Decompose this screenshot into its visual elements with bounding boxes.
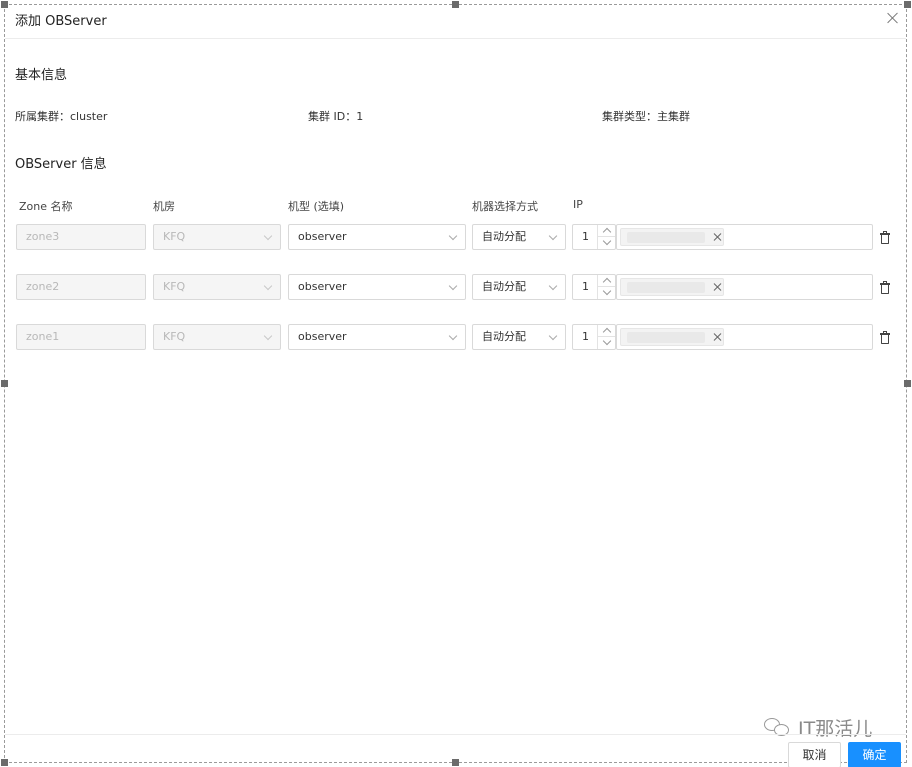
resize-handle-ml[interactable] [1,380,8,387]
idc-select-value: KFQ [163,280,186,293]
col-select-mode: 机器选择方式 [472,200,538,213]
count-stepper[interactable]: 1 [572,224,616,250]
select-mode-value: 自动分配 [482,230,526,243]
col-model: 机型 (选填) [288,200,345,213]
trash-icon[interactable] [880,331,892,345]
cluster-id-info: 集群 ID：1 [308,110,364,123]
ip-value-redacted [627,232,705,243]
chevron-down-icon [448,331,458,341]
select-mode-value: 自动分配 [482,280,526,293]
watermark-text: IT那活儿 [798,717,873,740]
ip-select[interactable] [616,224,873,250]
stepper-arrows [597,275,615,299]
count-value: 1 [582,330,589,343]
chevron-down-icon [448,231,458,241]
basic-info-title: 基本信息 [15,68,68,83]
stepper-down-icon[interactable] [598,237,615,249]
zone-name-input[interactable]: zone3 [16,224,146,250]
model-select[interactable]: observer [288,274,466,300]
chevron-down-icon [448,281,458,291]
remove-tag-icon[interactable] [713,282,723,292]
stepper-arrows [597,325,615,349]
trash-icon[interactable] [880,231,892,245]
resize-handle-bl[interactable] [1,759,8,766]
modal-header: 添加 OBServer [5,5,906,39]
count-stepper[interactable]: 1 [572,324,616,350]
chevron-down-icon [548,331,558,341]
stepper-down-icon[interactable] [598,287,615,299]
chevron-down-icon [548,231,558,241]
chevron-down-icon [263,231,273,241]
ip-tag [620,328,724,346]
col-idc: 机房 [153,200,175,213]
idc-select[interactable]: KFQ [153,274,281,300]
model-select-value: observer [298,230,347,243]
model-select[interactable]: observer [288,324,466,350]
count-value: 1 [582,230,589,243]
wechat-icon [762,715,794,739]
idc-select-value: KFQ [163,330,186,343]
col-ip: IP [573,198,583,211]
ip-value-redacted [627,332,705,343]
stepper-up-icon[interactable] [598,325,615,337]
trash-icon[interactable] [880,281,892,295]
ip-tag [620,278,724,296]
selection-frame [4,4,907,763]
ip-value-redacted [627,282,705,293]
remove-tag-icon[interactable] [713,332,723,342]
model-select[interactable]: observer [288,224,466,250]
chevron-down-icon [263,281,273,291]
zone-name-input[interactable]: zone1 [16,324,146,350]
stepper-down-icon[interactable] [598,337,615,349]
model-select-value: observer [298,330,347,343]
observer-info-title: OBServer 信息 [15,157,107,172]
idc-select-value: KFQ [163,230,186,243]
watermark: IT那活儿 [762,712,872,742]
resize-handle-mr[interactable] [904,380,911,387]
close-icon[interactable] [885,11,901,27]
stepper-arrows [597,225,615,249]
modal-title: 添加 OBServer [15,14,107,29]
select-mode-select[interactable]: 自动分配 [472,274,566,300]
stepper-up-icon[interactable] [598,225,615,237]
col-zone-name: Zone 名称 [19,200,73,213]
model-select-value: observer [298,280,347,293]
ip-select[interactable] [616,274,873,300]
ip-select[interactable] [616,324,873,350]
zone-name-input[interactable]: zone2 [16,274,146,300]
idc-select[interactable]: KFQ [153,224,281,250]
cluster-type-info: 集群类型：主集群 [602,110,690,123]
ip-tag [620,228,724,246]
select-mode-select[interactable]: 自动分配 [472,224,566,250]
stepper-up-icon[interactable] [598,275,615,287]
cluster-name-info: 所属集群：cluster [15,110,108,123]
remove-tag-icon[interactable] [713,232,723,242]
select-mode-value: 自动分配 [482,330,526,343]
chevron-down-icon [263,331,273,341]
count-value: 1 [582,280,589,293]
select-mode-select[interactable]: 自动分配 [472,324,566,350]
confirm-button[interactable]: 确定 [848,742,901,767]
chevron-down-icon [548,281,558,291]
resize-handle-bc[interactable] [452,759,459,766]
idc-select[interactable]: KFQ [153,324,281,350]
modal-footer-divider [5,734,906,735]
cancel-button[interactable]: 取消 [788,742,841,767]
count-stepper[interactable]: 1 [572,274,616,300]
